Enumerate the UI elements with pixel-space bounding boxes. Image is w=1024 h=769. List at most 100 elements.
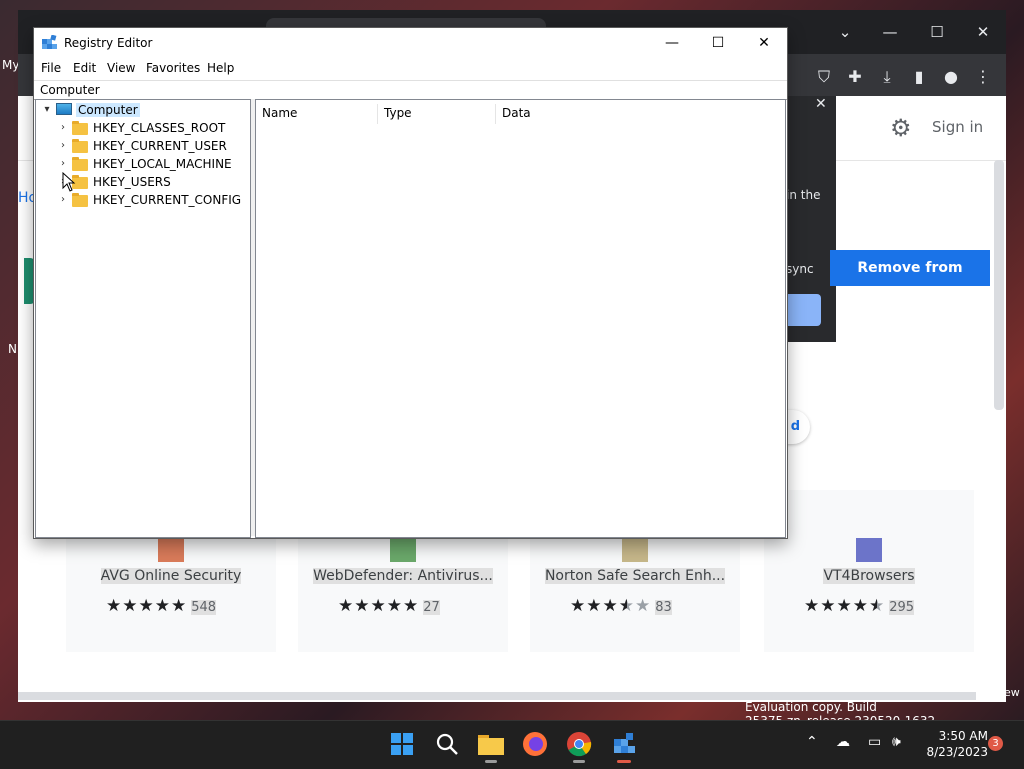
clock-time: 3:50 AM	[938, 729, 988, 743]
menu-edit[interactable]: Edit	[73, 61, 96, 75]
horizontal-scrollbar[interactable]	[18, 692, 976, 700]
chrome-icon[interactable]	[566, 731, 592, 757]
close-icon[interactable]: ✕	[961, 18, 1005, 46]
start-windows-icon[interactable]	[391, 733, 413, 755]
popup-button[interactable]	[786, 294, 821, 326]
computer-icon	[56, 103, 72, 115]
star-icon: ★	[869, 596, 886, 616]
system-clock[interactable]: 3:50 AM 8/23/2023	[922, 728, 988, 760]
star-icon: ★	[354, 596, 371, 616]
desktop-left-strip: My N	[0, 50, 20, 370]
minimize-icon[interactable]: —	[649, 28, 695, 58]
extension-name[interactable]: WebDefender: Antivirus...	[298, 568, 508, 584]
address-bar[interactable]: Computer	[34, 80, 787, 100]
star-icon: ★	[106, 596, 123, 616]
extension-icon	[856, 538, 882, 562]
extension-name-text: Norton Safe Search Enh...	[544, 568, 726, 584]
key-tree: ▾ Computer › HKEY_CLASSES_ROOT › HKEY_CURRE…	[35, 99, 251, 538]
volume-icon[interactable]: 🕪	[892, 734, 901, 750]
column-header-type[interactable]: Type	[378, 104, 496, 124]
tab-search-icon[interactable]: ⌄	[823, 18, 867, 46]
extension-name[interactable]: AVG Online Security	[66, 568, 276, 584]
tree-node-hive[interactable]: HKEY_CURRENT_CONFIG	[93, 191, 241, 209]
chevron-down-icon[interactable]: ▾	[42, 101, 52, 119]
running-indicator	[573, 760, 585, 763]
rating-count: 295	[889, 600, 915, 615]
extension-name[interactable]: VT4Browsers	[764, 568, 974, 584]
extensions-puzzle-icon[interactable]: ✚	[844, 66, 866, 88]
chevron-right-icon[interactable]: ›	[58, 191, 68, 209]
popup-text: in the	[786, 188, 821, 202]
tree-node-computer[interactable]: Computer	[76, 101, 140, 119]
extension-icon	[158, 538, 184, 562]
menu-view[interactable]: View	[107, 61, 135, 75]
folder-icon	[72, 157, 88, 171]
folder-icon	[72, 139, 88, 153]
side-panel-icon[interactable]: ▮	[908, 66, 930, 88]
remove-from-chrome-button[interactable]: Remove from Chrome	[830, 250, 990, 312]
menu-file[interactable]: File	[41, 61, 61, 75]
star-rating: ★★★★★ 27	[338, 596, 440, 616]
tree-node-label: Computer	[76, 103, 140, 117]
star-icon: ★	[618, 596, 635, 616]
network-icon[interactable]: ☁	[836, 734, 850, 750]
tree-node-hive[interactable]: HKEY_LOCAL_MACHINE	[93, 155, 232, 173]
profile-icon[interactable]: ●	[940, 66, 962, 88]
registry-editor-window: Registry Editor — ☐ ✕ File Edit View Fav…	[33, 27, 788, 539]
tree-node-hive[interactable]: HKEY_CLASSES_ROOT	[93, 119, 225, 137]
chevron-right-icon[interactable]: ›	[58, 119, 68, 137]
download-icon[interactable]: ⤓	[876, 66, 898, 88]
star-rating: ★★★★★ 83	[570, 596, 672, 616]
maximize-icon[interactable]: ☐	[915, 18, 959, 46]
tree-node-hive[interactable]: HKEY_USERS	[93, 173, 171, 191]
column-header-name[interactable]: Name	[256, 104, 378, 124]
notification-badge[interactable]: 3	[988, 736, 1003, 751]
tree-node-hive[interactable]: HKEY_CURRENT_USER	[93, 137, 227, 155]
sign-in-link[interactable]: Sign in	[932, 118, 983, 136]
popup-text: sync	[786, 262, 814, 276]
chevron-right-icon[interactable]: ›	[58, 137, 68, 155]
star-icon: ★	[154, 596, 171, 616]
desktop-label: My	[2, 58, 20, 72]
file-explorer-icon[interactable]	[478, 733, 504, 755]
shield-extension-icon[interactable]: ⛉	[813, 66, 835, 88]
rating-count: 83	[655, 600, 672, 615]
settings-gear-icon[interactable]: ⚙	[890, 114, 912, 142]
column-header-data[interactable]: Data	[496, 104, 781, 124]
folder-icon	[72, 121, 88, 135]
star-rating: ★★★★★ 295	[804, 596, 915, 616]
menu-favorites[interactable]: Favorites	[146, 61, 200, 75]
star-icon: ★	[852, 596, 869, 616]
star-rating: ★★★★★ 548	[106, 596, 217, 616]
firefox-icon[interactable]	[522, 731, 548, 757]
title-bar[interactable]: Registry Editor — ☐ ✕	[34, 28, 787, 58]
maximize-icon[interactable]: ☐	[695, 28, 741, 58]
star-icon: ★	[586, 596, 603, 616]
display-icon[interactable]: ▭	[868, 734, 881, 750]
rating-count: 548	[191, 600, 217, 615]
extension-name-text: AVG Online Security	[100, 568, 242, 584]
registry-editor-taskbar-icon[interactable]	[611, 731, 637, 757]
chevron-right-icon[interactable]: ›	[58, 155, 68, 173]
menu-help[interactable]: Help	[207, 61, 234, 75]
minimize-icon[interactable]: —	[868, 18, 912, 46]
extension-icon	[622, 538, 648, 562]
star-icon: ★	[171, 596, 188, 616]
mouse-cursor-icon	[62, 172, 76, 192]
address-text: Computer	[40, 83, 100, 97]
clock-date: 8/23/2023	[926, 745, 988, 759]
star-icon: ★	[836, 596, 853, 616]
star-icon: ★	[804, 596, 821, 616]
star-icon: ★	[386, 596, 403, 616]
star-icon: ★	[370, 596, 387, 616]
chevron-up-icon[interactable]: ⌃	[806, 734, 818, 750]
folder-icon	[72, 193, 88, 207]
extension-name[interactable]: Norton Safe Search Enh...	[530, 568, 740, 584]
watermark-text: ew	[1004, 686, 1020, 699]
vertical-scrollbar[interactable]	[994, 160, 1004, 410]
close-icon[interactable]: ✕	[741, 28, 787, 58]
menu-kebab-icon[interactable]: ⋮	[972, 66, 994, 88]
popup-close-icon[interactable]: ✕	[815, 96, 827, 112]
search-icon[interactable]	[435, 732, 459, 756]
extension-name-text: WebDefender: Antivirus...	[313, 568, 493, 584]
